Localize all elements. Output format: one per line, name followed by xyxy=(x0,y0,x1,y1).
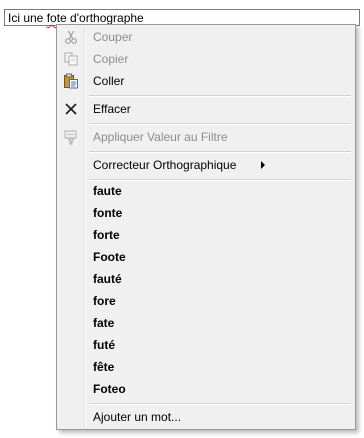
submenu-arrow-icon xyxy=(261,161,265,169)
suggestion-item[interactable]: fête xyxy=(59,356,353,378)
suggestion-item[interactable]: fore xyxy=(59,290,353,312)
menu-item-add-word[interactable]: Ajouter un mot... xyxy=(59,406,353,428)
menu-item-paste-label: Coller xyxy=(93,74,125,88)
menu-item-apply-filter[interactable]: Appliquer Valeur au Filtre xyxy=(59,126,353,148)
scissors-icon xyxy=(65,30,77,44)
menu-item-cut[interactable]: Couper xyxy=(59,26,353,48)
menu-item-clear[interactable]: Effacer xyxy=(59,98,353,120)
screen: Ici une fote d'orthographe Couper Copier xyxy=(0,0,364,438)
menu-item-copy[interactable]: Copier xyxy=(59,48,353,70)
suggestion-label: fauté xyxy=(93,272,122,286)
menu-item-spell-checker-label: Correcteur Orthographique xyxy=(93,158,237,172)
suggestion-label: fête xyxy=(93,360,115,374)
suggestion-item[interactable]: Foteo xyxy=(59,378,353,400)
menu-item-spell-checker[interactable]: Correcteur Orthographique xyxy=(59,154,353,176)
menu-separator xyxy=(89,403,351,405)
text-before: Ici une xyxy=(8,11,47,25)
suggestion-item[interactable]: fate xyxy=(59,312,353,334)
suggestion-label: forte xyxy=(93,228,120,242)
suggestion-label: faute xyxy=(93,184,122,198)
context-menu: Couper Copier Coller Effacer Appliquer V… xyxy=(56,24,356,430)
suggestion-item[interactable]: futé xyxy=(59,334,353,356)
menu-separator xyxy=(89,151,351,153)
suggestion-label: Foteo xyxy=(93,382,126,396)
menu-item-add-word-label: Ajouter un mot... xyxy=(93,410,182,424)
text-after: d'orthographe xyxy=(66,11,144,25)
menu-item-paste[interactable]: Coller xyxy=(59,70,353,92)
menu-item-clear-label: Effacer xyxy=(93,102,131,116)
suggestion-item[interactable]: fauté xyxy=(59,268,353,290)
suggestion-label: fate xyxy=(93,316,115,330)
suggestion-label: Foote xyxy=(93,250,126,264)
menu-separator xyxy=(89,123,351,125)
suggestion-label: fore xyxy=(93,294,116,308)
menu-separator xyxy=(89,95,351,97)
suggestion-item[interactable]: fonte xyxy=(59,202,353,224)
paste-icon xyxy=(64,73,78,89)
delete-x-icon xyxy=(65,103,77,115)
text-field-content: Ici une fote d'orthographe xyxy=(8,11,144,25)
menu-item-apply-filter-label: Appliquer Valeur au Filtre xyxy=(93,130,228,144)
menu-item-cut-label: Couper xyxy=(93,30,133,44)
suggestion-label: futé xyxy=(93,338,115,352)
suggestion-item[interactable]: faute xyxy=(59,180,353,202)
suggestion-item[interactable]: forte xyxy=(59,224,353,246)
menu-item-copy-label: Copier xyxy=(93,52,129,66)
suggestion-label: fonte xyxy=(93,206,123,220)
filter-value-icon xyxy=(64,130,77,145)
suggestion-item[interactable]: Foote xyxy=(59,246,353,268)
misspelled-word[interactable]: fote xyxy=(47,11,67,25)
copy-icon xyxy=(64,52,78,66)
